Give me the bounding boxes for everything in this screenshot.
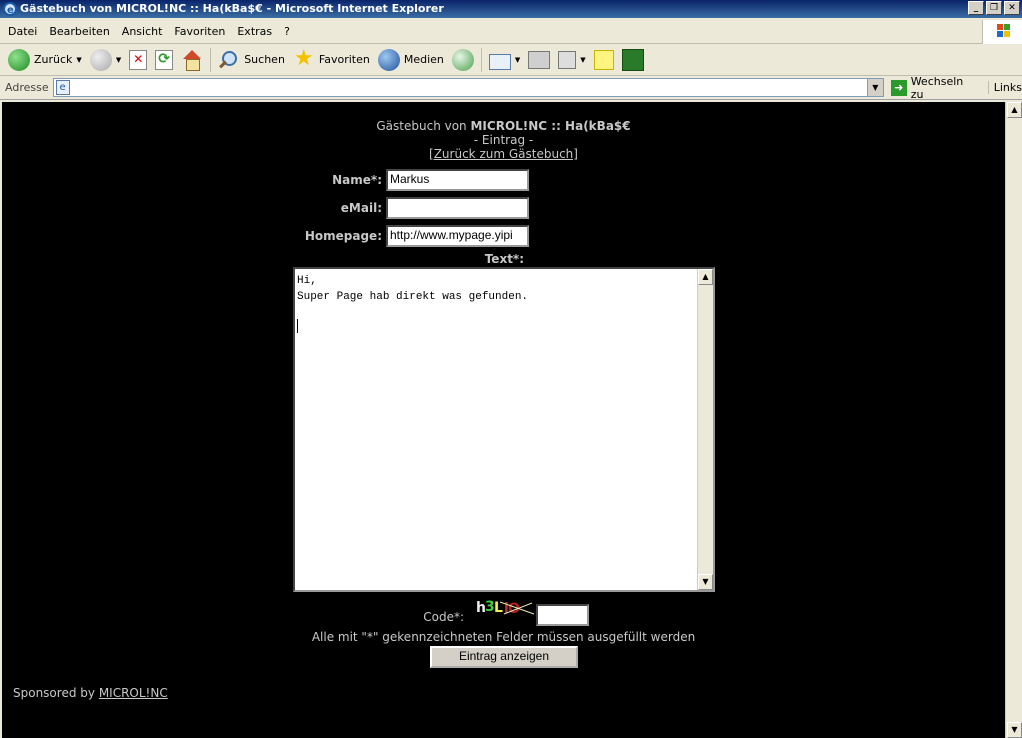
scroll-down-arrow-icon[interactable]: ▼ (1007, 722, 1022, 738)
page-title-site: MICROL!NC :: Ha(kBa$€ (470, 119, 631, 133)
history-icon (451, 48, 474, 71)
textarea-scrollbar[interactable]: ▲ ▼ (697, 269, 713, 590)
go-button[interactable]: ➜ Wechseln zu (890, 74, 979, 101)
printer-icon (528, 50, 551, 69)
sponsor-link[interactable]: MICROL!NC (99, 686, 168, 700)
forward-button[interactable]: ▼ (86, 46, 125, 74)
captcha-noise (499, 601, 535, 615)
favorites-label: Favoriten (318, 53, 370, 66)
menu-bar: Datei Bearbeiten Ansicht Favoriten Extra… (0, 20, 1022, 44)
refresh-button[interactable] (151, 46, 177, 74)
menu-favorites[interactable]: Favoriten (168, 25, 231, 38)
toolbar-separator (480, 47, 482, 72)
print-button[interactable] (524, 46, 554, 74)
page-content: Gästebuch von MICROL!NC :: Ha(kBa$€ - Ei… (2, 102, 1005, 738)
media-button[interactable]: Medien (374, 46, 448, 74)
chevron-down-icon[interactable]: ▼ (116, 56, 121, 64)
scroll-up-arrow-icon[interactable]: ▲ (1007, 102, 1022, 118)
go-arrow-icon: ➜ (890, 79, 907, 96)
note-button[interactable] (590, 46, 618, 74)
back-arrow-icon (8, 48, 30, 71)
history-button[interactable] (448, 46, 478, 74)
menu-file[interactable]: Datei (2, 25, 43, 38)
go-label: Wechseln zu (910, 74, 964, 101)
email-input[interactable] (386, 197, 529, 219)
favorites-button[interactable]: Favoriten (289, 46, 374, 74)
page-subtitle: - Eintrag - (473, 133, 534, 147)
homepage-label: Homepage: (304, 229, 382, 243)
toolbar-separator (210, 47, 212, 72)
home-button[interactable] (177, 46, 207, 74)
menu-view[interactable]: Ansicht (116, 25, 169, 38)
menu-tools[interactable]: Extras (231, 25, 278, 38)
svg-text:e: e (7, 5, 14, 16)
pro-addon-icon (621, 48, 644, 71)
homepage-input[interactable]: http://www.mypage.yipi (386, 225, 529, 247)
message-textarea[interactable]: Hi, Super Page hab direkt was gefunden. … (293, 267, 715, 592)
required-fields-note: Alle mit "*" gekennzeichneten Felder müs… (311, 630, 696, 644)
star-icon (293, 46, 315, 71)
text-caret (297, 319, 298, 333)
search-icon (218, 49, 240, 71)
media-icon (377, 48, 400, 71)
submit-entry-button[interactable]: Eintrag anzeigen (430, 646, 578, 668)
page-title: Gästebuch von MICROL!NC :: Ha(kBa$€ (2, 119, 1005, 133)
mail-icon (488, 53, 511, 70)
stop-icon (129, 49, 148, 70)
search-button[interactable]: Suchen (214, 46, 289, 74)
window-title: Gästebuch von MICROL!NC :: Ha(kBa$€ - Mi… (20, 2, 444, 15)
scroll-up-arrow-icon[interactable]: ▲ (698, 269, 713, 285)
minimize-button[interactable]: _ (968, 1, 984, 15)
windows-logo-icon (982, 20, 1022, 44)
maximize-button[interactable]: ❐ (986, 1, 1002, 15)
chevron-down-icon[interactable]: ▼ (515, 56, 520, 64)
back-label: Zurück (34, 53, 73, 66)
edit-icon (558, 50, 577, 69)
scroll-down-arrow-icon[interactable]: ▼ (698, 574, 713, 590)
page-title-prefix: Gästebuch von (376, 119, 467, 133)
page-scrollbar[interactable]: ▲ ▼ (1005, 102, 1022, 738)
toolbar: Zurück ▼ ▼ Suchen Favoriten Medien ▼ ▼ (0, 44, 1022, 76)
media-label: Medien (403, 53, 444, 66)
email-label: eMail: (340, 201, 382, 215)
note-icon (593, 49, 614, 70)
name-label: Name*: (332, 173, 382, 187)
home-icon (181, 49, 203, 71)
search-label: Suchen (244, 53, 285, 66)
name-input[interactable]: Markus (386, 169, 529, 191)
chevron-down-icon[interactable]: ▼ (76, 56, 81, 64)
pro-addon-button[interactable] (618, 46, 648, 74)
links-button[interactable]: Links (987, 81, 1022, 94)
page-icon: e (55, 80, 70, 95)
captcha-input[interactable] (536, 604, 589, 626)
stop-button[interactable] (125, 46, 151, 74)
message-text: Hi, Super Page hab direkt was gefunden. (297, 275, 529, 303)
chevron-down-icon[interactable]: ▼ (580, 56, 585, 64)
sponsor-prefix: Sponsored by (13, 686, 95, 700)
forward-arrow-icon (89, 48, 112, 71)
address-bar: Adresse e ▼ ➜ Wechseln zu Links (0, 74, 1022, 101)
mail-button[interactable]: ▼ (485, 46, 524, 74)
internet-explorer-icon: e (3, 2, 17, 16)
address-input[interactable]: e ▼ (52, 78, 884, 97)
address-label: Adresse (5, 81, 49, 94)
close-button[interactable]: ✕ (1004, 1, 1020, 15)
edit-button[interactable]: ▼ (554, 46, 589, 74)
captcha-image: h 3 L i O (474, 599, 536, 618)
back-to-guestbook-link[interactable]: [Zurück zum Gästebuch] (429, 147, 578, 161)
menu-edit[interactable]: Bearbeiten (43, 25, 115, 38)
refresh-icon (155, 49, 174, 70)
window-titlebar[interactable]: e Gästebuch von MICROL!NC :: Ha(kBa$€ - … (0, 0, 1022, 18)
chevron-down-icon[interactable]: ▼ (866, 79, 883, 96)
back-link-row: [Zurück zum Gästebuch] (2, 147, 1005, 161)
text-label: Text*: (484, 252, 524, 266)
sponsor-line: Sponsored by MICROL!NC (13, 686, 168, 700)
back-button[interactable]: Zurück ▼ (4, 46, 86, 74)
code-label: Code*: (423, 610, 464, 624)
menu-help[interactable]: ? (278, 25, 296, 38)
